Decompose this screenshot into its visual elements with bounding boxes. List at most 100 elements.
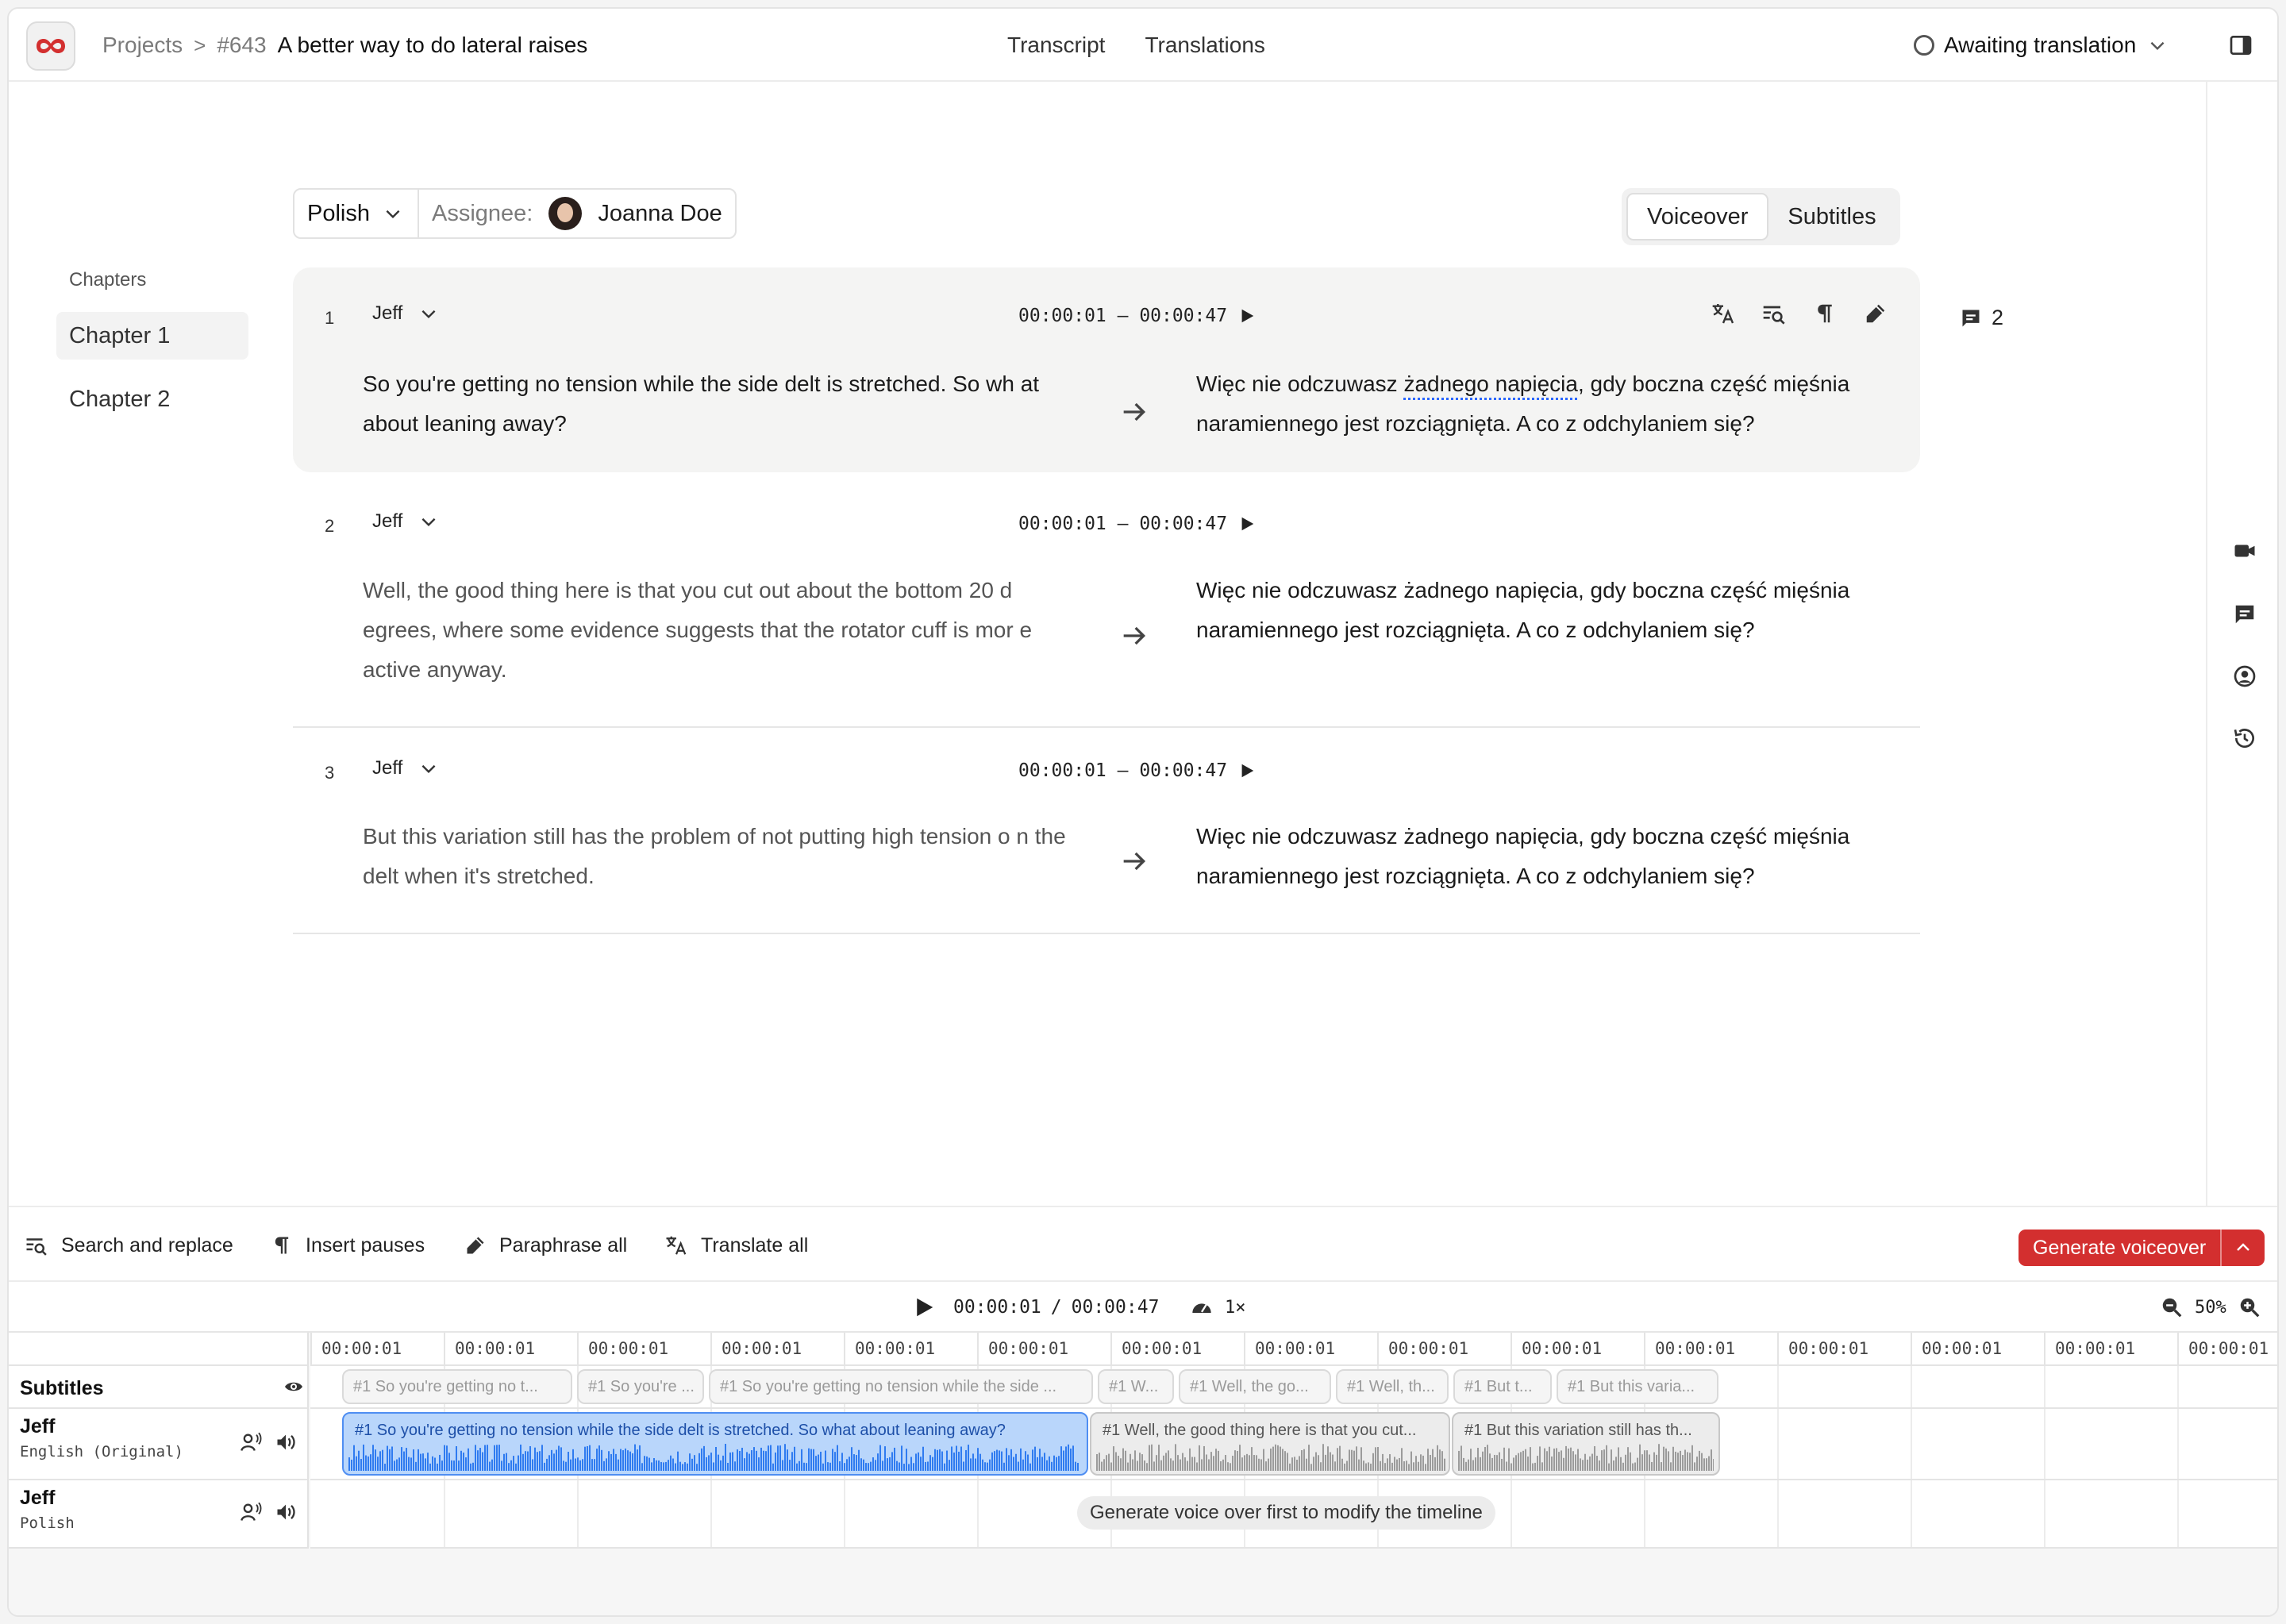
subtitle-chip[interactable]: #1 But this varia... <box>1557 1369 1718 1404</box>
pilcrow-icon[interactable] <box>1811 299 1839 328</box>
speaker-select[interactable]: Jeff <box>372 757 439 779</box>
segment-timecode: 00:00:01 – 00:00:47 <box>1018 760 1256 781</box>
translate-all-button[interactable]: Translate all <box>664 1207 808 1283</box>
play-icon[interactable] <box>1238 307 1256 325</box>
arrow-right-icon <box>1123 626 1146 645</box>
tab-translations[interactable]: Translations <box>1145 33 1264 58</box>
speaker-id-icon[interactable] <box>2231 663 2258 690</box>
comment-icon <box>1962 310 1980 326</box>
speed-label: 1× <box>1225 1297 1246 1318</box>
play-icon[interactable] <box>1238 515 1256 533</box>
project-number: #643 <box>217 33 267 57</box>
paraphrase-all-button[interactable]: Paraphrase all <box>464 1207 627 1283</box>
mode-subtitles[interactable]: Subtitles <box>1768 193 1895 241</box>
track-language: English (Original) <box>20 1443 183 1460</box>
arrow-right-icon <box>1123 852 1146 871</box>
generate-options-toggle[interactable] <box>2220 1230 2265 1266</box>
segment-timecode: 00:00:01 – 00:00:47 <box>1018 514 1256 534</box>
source-text[interactable]: But this variation still has the problem… <box>363 817 1077 896</box>
subtitle-chip[interactable]: #1 Well, th... <box>1336 1369 1449 1404</box>
app-logo[interactable] <box>26 21 75 71</box>
track-name: Jeff <box>20 1415 56 1437</box>
chapter-item-2[interactable]: Chapter 2 <box>56 375 248 423</box>
volume-icon[interactable] <box>274 1501 298 1523</box>
project-title: A better way to do lateral raises <box>277 33 588 57</box>
breadcrumb: Projects > #643 A better way to do later… <box>102 9 587 82</box>
chevron-down-icon <box>2150 41 2165 51</box>
avatar <box>548 197 583 230</box>
insert-pauses-button[interactable]: Insert pauses <box>271 1207 425 1283</box>
language-label: Polish <box>307 200 370 226</box>
eye-icon[interactable] <box>282 1377 306 1396</box>
time-separator: / <box>1050 1297 1062 1318</box>
audio-clip[interactable]: #1 Well, the good thing here is that you… <box>1090 1412 1450 1476</box>
assignee-selector[interactable]: Assignee: Joanna Doe <box>419 190 735 237</box>
segment-number: 1 <box>325 308 335 328</box>
source-text[interactable]: So you're getting no tension while the s… <box>363 364 1077 444</box>
zoom-out-icon[interactable] <box>2160 1295 2184 1319</box>
tab-transcript[interactable]: Transcript <box>1007 33 1105 58</box>
status-dropdown[interactable]: Awaiting translation <box>1914 9 2168 82</box>
search-replace-icon <box>26 1238 47 1256</box>
chapter-item-1[interactable]: Chapter 1 <box>56 312 248 360</box>
speaker-select[interactable]: Jeff <box>372 302 439 325</box>
target-text[interactable]: Więc nie odczuwasz żadnego napięcia, gdy… <box>1196 571 1911 650</box>
voice-icon[interactable] <box>239 1431 263 1453</box>
subtitle-chip[interactable]: #1 But t... <box>1453 1369 1552 1404</box>
subtitle-chip[interactable]: #1 W... <box>1098 1369 1174 1404</box>
playback-speed[interactable]: 1× <box>1190 1282 1246 1333</box>
target-text[interactable]: Więc nie odczuwasz żadnego napięcia, gdy… <box>1196 817 1911 896</box>
translate-icon[interactable] <box>1709 299 1738 328</box>
zoom-level: 50% <box>2195 1297 2226 1318</box>
total-time: 00:00:47 <box>1071 1297 1160 1318</box>
segment-row[interactable]: 2 Jeff 00:00:01 – 00:00:47 Well, the goo… <box>293 472 1920 728</box>
timecode-label: 00:00:01 – 00:00:47 <box>1018 760 1228 781</box>
timeline-track-labels: Subtitles Jeff English (Original) Jeff P… <box>9 1333 309 1549</box>
voice-icon[interactable] <box>239 1501 263 1523</box>
waveform <box>348 1444 1079 1471</box>
segment-number: 3 <box>325 763 335 783</box>
comments-icon[interactable] <box>2231 601 2258 628</box>
mode-voiceover[interactable]: Voiceover <box>1626 193 1769 241</box>
search-replace-icon[interactable] <box>1760 299 1788 328</box>
breadcrumb-separator: > <box>194 33 206 57</box>
speaker-name: Jeff <box>372 757 403 779</box>
breadcrumb-projects[interactable]: Projects <box>102 33 183 58</box>
play-icon[interactable] <box>912 1295 936 1320</box>
subtitles-track-controls <box>271 1377 306 1396</box>
subtitle-chip[interactable]: #1 Well, the go... <box>1179 1369 1331 1404</box>
flagged-phrase[interactable]: żadnego napięcia <box>1403 371 1578 396</box>
pilcrow-icon <box>275 1237 289 1254</box>
speaker-select[interactable]: Jeff <box>372 510 439 533</box>
generate-voiceover-button[interactable]: Generate voiceover <box>2019 1230 2220 1266</box>
history-icon[interactable] <box>2231 725 2258 752</box>
language-select[interactable]: Polish <box>294 190 419 237</box>
play-icon[interactable] <box>1238 762 1256 779</box>
edit-pencil-icon[interactable] <box>1861 299 1890 328</box>
comment-count-badge[interactable]: 2 <box>1960 306 2003 330</box>
volume-icon[interactable] <box>274 1431 298 1453</box>
zoom-control: 50% <box>2160 1282 2261 1333</box>
subtitle-chip[interactable]: #1 So you're ... <box>577 1369 704 1404</box>
audio-clip[interactable]: #1 But this variation still has th... <box>1452 1412 1720 1476</box>
ruler-tick-label: 00:00:01 <box>1777 1333 1911 1364</box>
bottom-toolbar: Search and replace Insert pauses Paraphr… <box>9 1206 2277 1282</box>
video-icon[interactable] <box>2231 537 2258 564</box>
audio-clip-label: #1 Well, the good thing here is that you… <box>1103 1422 1417 1439</box>
panel-toggle-icon[interactable] <box>2228 33 2253 58</box>
subtitle-chip[interactable]: #1 So you're getting no tension while th… <box>709 1369 1093 1404</box>
source-text[interactable]: Well, the good thing here is that you cu… <box>363 571 1077 690</box>
assignee-name: Joanna Doe <box>598 200 722 226</box>
subtitle-chip[interactable]: #1 So you're getting no t... <box>342 1369 572 1404</box>
assignee-label: Assignee: <box>432 200 533 226</box>
track-language: Polish <box>20 1514 75 1532</box>
translate-icon <box>666 1236 687 1255</box>
segment-row[interactable]: 1 Jeff 00:00:01 – 00:00:47 So you're get… <box>293 267 1920 472</box>
segment-row[interactable]: 3 Jeff 00:00:01 – 00:00:47 But this vari… <box>293 728 1920 934</box>
insert-pauses-label: Insert pauses <box>306 1233 425 1256</box>
zoom-in-icon[interactable] <box>2238 1295 2261 1319</box>
target-text[interactable]: Więc nie odczuwasz żadnego napięcia, gdy… <box>1196 364 1911 444</box>
segment-tools <box>1709 299 1912 328</box>
audio-clip[interactable]: #1 So you're getting no tension while th… <box>342 1412 1088 1476</box>
search-replace-button[interactable]: Search and replace <box>25 1207 233 1283</box>
